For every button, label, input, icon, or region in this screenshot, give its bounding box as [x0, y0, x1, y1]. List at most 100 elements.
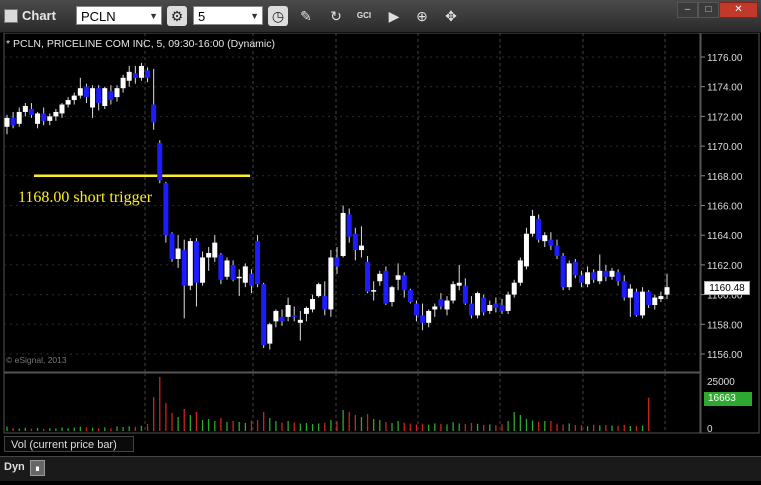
candle-body — [493, 303, 499, 308]
candle-body — [16, 111, 22, 124]
chevron-down-icon[interactable]: ▼ — [149, 7, 158, 26]
last-price-badge: 1160.48 — [704, 281, 750, 295]
chart-window-titlebar: Chart PCLN ▼ ⚙ 5 ▼ ◷ ✎ ↻ GCI ▶ ⊕ ✥ – □ ✕ — [0, 0, 761, 33]
candle-body — [395, 275, 401, 280]
candle-body — [328, 257, 334, 310]
candle-body — [523, 233, 529, 267]
candle-body — [548, 239, 554, 246]
candle-body — [316, 284, 322, 297]
candle-body — [426, 310, 432, 323]
copyright-text: © eSignal, 2013 — [6, 355, 67, 365]
lock-icon[interactable]: ∎ — [30, 460, 45, 476]
crosshair-icon[interactable]: ✥ — [441, 6, 461, 26]
candle-body — [475, 293, 481, 316]
candle-body — [242, 266, 248, 283]
candle-body — [291, 315, 297, 317]
candle-body — [530, 215, 536, 234]
chart-symbol-label: * PCLN, PRICELINE COM INC, 5, 09:30-16:0… — [6, 38, 276, 50]
candle-body — [169, 233, 175, 259]
candle-body — [279, 316, 285, 322]
close-button[interactable]: ✕ — [719, 2, 758, 18]
last-volume-badge: 16663 — [704, 392, 752, 406]
candle-body — [413, 303, 419, 316]
candle-body — [432, 306, 438, 310]
candle-body — [151, 104, 157, 123]
symbol-value: PCLN — [81, 9, 116, 24]
candle-body — [462, 285, 468, 304]
candle-body — [572, 261, 578, 276]
candle-body — [236, 276, 242, 279]
candle-body — [212, 242, 218, 258]
symbol-settings-icon[interactable]: ⚙ — [167, 6, 187, 26]
candle-body — [297, 319, 303, 323]
chart-area[interactable]: 1176.00 1174.00 1172.00 1170.00 1168.00 1166.… — [0, 32, 761, 480]
candle-body — [377, 273, 383, 282]
candle-body — [96, 88, 102, 104]
volume-study-label[interactable]: Vol (current price bar) — [4, 436, 134, 452]
candle-body — [267, 324, 273, 344]
gci-icon[interactable]: GCI — [354, 6, 374, 26]
y-tick-label: 1158.00 — [707, 320, 743, 331]
clock-icon[interactable]: ◷ — [268, 6, 288, 26]
candle-body — [273, 310, 279, 322]
candle-body — [200, 257, 206, 283]
candle-body — [646, 291, 652, 305]
interval-input[interactable]: 5 ▼ — [193, 6, 263, 25]
candle-body — [603, 270, 609, 277]
candle-body — [22, 106, 28, 112]
candle-body — [511, 282, 517, 295]
candle-body — [108, 91, 114, 101]
link-icon[interactable]: ⊕ — [412, 6, 432, 26]
price-chart[interactable]: 1176.00 1174.00 1172.00 1170.00 1168.00 1166.… — [0, 32, 761, 480]
candle-body — [65, 100, 71, 105]
candle-body — [517, 260, 523, 283]
candle-body — [163, 183, 169, 236]
y-tick-label: 1172.00 — [707, 112, 743, 123]
candle-body — [41, 113, 47, 121]
volume-tick-label: 0 — [707, 424, 713, 435]
refresh-icon[interactable]: ↻ — [326, 6, 346, 26]
candle-body — [145, 70, 151, 78]
candle-body — [53, 111, 59, 117]
candle-body — [175, 248, 181, 259]
y-tick-label: 1166.00 — [707, 202, 743, 213]
candle-body — [132, 73, 138, 78]
candle-body — [560, 255, 566, 288]
candle-body — [450, 284, 456, 301]
candle-body — [90, 88, 96, 108]
candle-body — [420, 315, 426, 323]
volume-panel — [3, 372, 701, 434]
y-tick-label: 1176.00 — [707, 53, 743, 64]
candle-body — [633, 291, 639, 316]
candle-body — [585, 272, 591, 285]
candle-body — [640, 291, 646, 316]
symbol-input[interactable]: PCLN ▼ — [76, 6, 162, 25]
maximize-button[interactable]: □ — [698, 2, 719, 18]
candle-body — [59, 104, 65, 114]
candle-body — [652, 297, 658, 305]
candle-body — [346, 214, 352, 237]
candle-body — [542, 235, 548, 242]
candle-body — [120, 77, 126, 89]
candle-body — [77, 88, 83, 96]
candle-body — [35, 113, 41, 124]
candle-body — [591, 272, 597, 280]
pencil-icon[interactable]: ✎ — [296, 6, 316, 26]
candle-body — [481, 297, 487, 313]
candle-body — [218, 254, 224, 280]
dynamic-mode-label[interactable]: Dyn — [4, 461, 25, 473]
minimize-button[interactable]: – — [677, 2, 698, 18]
candle-body — [206, 253, 212, 258]
candle-body — [71, 95, 77, 101]
y-tick-label: 1162.00 — [707, 261, 743, 272]
candle-body — [352, 233, 358, 251]
candle-body — [554, 245, 560, 256]
candle-body — [114, 88, 120, 98]
candle-body — [322, 296, 328, 310]
chevron-down-icon[interactable]: ▼ — [250, 7, 259, 26]
candle-body — [621, 281, 627, 298]
candle-body — [334, 257, 340, 267]
play-icon[interactable]: ▶ — [384, 6, 404, 26]
candle-body — [664, 287, 670, 295]
chart-window-icon — [4, 9, 18, 23]
